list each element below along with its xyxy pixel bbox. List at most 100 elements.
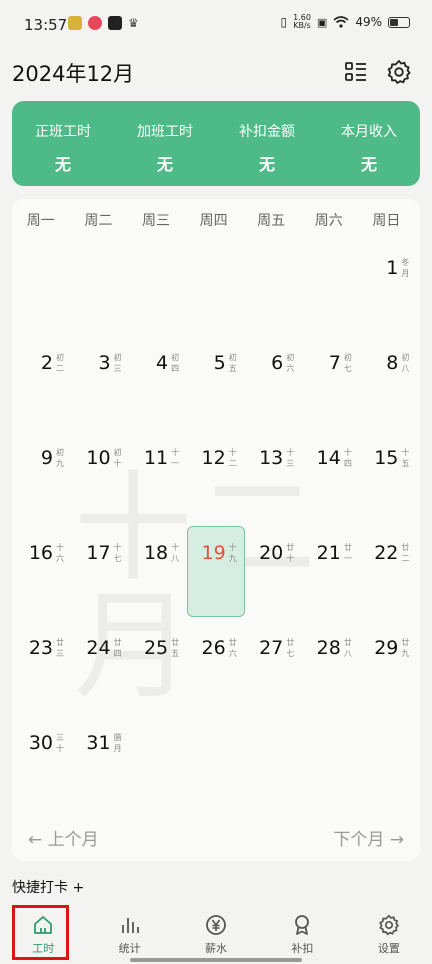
settings-gear-icon[interactable] [386,59,412,85]
calendar-day[interactable]: 21 廿一 [303,522,361,617]
calendar-day[interactable]: 1 冬月 [360,237,418,332]
award-icon [295,915,310,935]
lunar-date: 初三 [113,353,122,373]
calendar-day[interactable]: 15 十五 [360,427,418,522]
tab-work-hours[interactable]: 工时 [0,904,86,964]
lunar-date: 腊月 [113,733,122,753]
calendar-day[interactable]: 31 腊月 [73,712,131,807]
quick-punch-button[interactable]: 快捷打卡 + [12,877,84,897]
lunar-date: 廿九 [401,638,410,658]
day-number: 10 [86,447,111,469]
day-number: 3 [98,352,111,374]
lunar-date: 初七 [343,353,352,373]
calendar-day[interactable]: 14 十四 [303,427,361,522]
calendar-day[interactable]: 16 十六 [15,522,73,617]
calendar-day[interactable]: 13 十三 [245,427,303,522]
day-number: 6 [271,352,284,374]
calendar-day[interactable]: 6 初六 [245,332,303,427]
calendar-day[interactable]: 29 廿九 [360,617,418,712]
list-view-icon[interactable] [343,59,369,85]
calendar-empty-cell [245,237,303,332]
calendar-day[interactable]: 27 廿七 [245,617,303,712]
calendar-day[interactable]: 5 初五 [188,332,246,427]
calendar-day[interactable]: 9 初九 [15,427,73,522]
day-number: 22 [374,542,399,564]
bar-chart-icon [121,918,139,933]
calendar-empty-cell [15,237,73,332]
calendar-day[interactable]: 23 廿三 [15,617,73,712]
lunar-date: 廿八 [343,638,352,658]
day-number: 12 [201,447,226,469]
lunar-date: 十一 [171,448,180,468]
calendar-day[interactable]: 18 十八 [130,522,188,617]
tab-salary[interactable]: 薪水 [173,904,259,964]
bottom-tab-bar: 工时 统计 薪水 补扣 设置 [0,904,432,964]
calendar-day[interactable]: 20 廿十 [245,522,303,617]
weekday-label: 周一 [26,213,55,229]
calendar-day[interactable]: 8 初八 [360,332,418,427]
lunar-date: 十二 [228,448,237,468]
lunar-date: 十五 [401,448,410,468]
day-number: 7 [328,352,341,374]
lunar-date: 初八 [401,353,410,373]
lunar-date: 廿二 [401,543,410,563]
day-number: 28 [316,637,341,659]
net-speed: 1.60 KB/s [293,13,311,30]
weekday-header: 周一 周二 周三 周四 周五 周六 周日 [12,210,420,230]
next-month-button[interactable]: 下个月 → [333,825,404,850]
tab-settings[interactable]: 设置 [346,904,432,964]
calendar-day[interactable]: 17 十七 [73,522,131,617]
calendar-day[interactable]: 25 廿五 [130,617,188,712]
day-number: 1 [386,257,399,279]
day-number: 5 [213,352,226,374]
home-indicator[interactable] [130,958,302,962]
previous-month-button[interactable]: ← 上个月 [28,825,99,850]
day-number: 24 [86,637,111,659]
gear-icon [379,914,399,936]
crown-icon: ♛ [128,16,139,30]
lunar-date: 初四 [171,353,180,373]
weekday-label: 周日 [372,213,401,229]
calendar-empty-cell [303,237,361,332]
day-number: 30 [28,732,53,754]
lunar-date: 十六 [56,543,64,563]
tab-adjustments[interactable]: 补扣 [259,904,345,964]
app-notification-icon [88,16,102,30]
lunar-date: 十三 [286,448,295,468]
calendar-day[interactable]: 12 十二 [188,427,246,522]
calendar-empty-cell [188,712,246,807]
calendar-empty-cell [130,237,188,332]
calendar-day[interactable]: 22 廿二 [360,522,418,617]
weekday-label: 周四 [199,213,228,229]
calendar-day[interactable]: 7 初七 [303,332,361,427]
lunar-date: 初二 [56,353,64,373]
calendar-day[interactable]: 19 十九 [188,522,246,617]
calendar-day[interactable]: 26 廿六 [188,617,246,712]
calendar-day[interactable]: 28 廿八 [303,617,361,712]
lunar-date: 十九 [228,543,237,563]
page-title: 2024年12月 [12,62,135,86]
lunar-date: 冬月 [401,258,410,278]
lunar-date: 初十 [113,448,122,468]
calendar-week-row: 16 十六 17 十七 18 十八 19 十九 20 廿十 21 廿一 22 廿二 [15,522,418,617]
tab-statistics[interactable]: 统计 [86,904,172,964]
calendar-day[interactable]: 24 廿四 [73,617,131,712]
calendar-day[interactable]: 3 初三 [73,332,131,427]
calendar-day[interactable]: 30 三十 [15,712,73,807]
calendar-day[interactable]: 2 初二 [15,332,73,427]
day-number: 17 [86,542,111,564]
calendar-empty-cell [245,712,303,807]
lunar-date: 廿五 [171,638,180,658]
day-number: 26 [201,637,226,659]
day-number: 16 [28,542,53,564]
weekday-label: 周五 [257,213,286,229]
day-number: 4 [156,352,169,374]
lunar-date: 廿七 [286,638,295,658]
calendar-day[interactable]: 4 初四 [130,332,188,427]
calendar-day[interactable]: 11 十一 [130,427,188,522]
lunar-date: 初六 [286,353,295,373]
calendar-empty-cell [188,237,246,332]
tiktok-icon [108,16,122,30]
day-number: 19 [201,542,226,564]
calendar-day[interactable]: 10 初十 [73,427,131,522]
